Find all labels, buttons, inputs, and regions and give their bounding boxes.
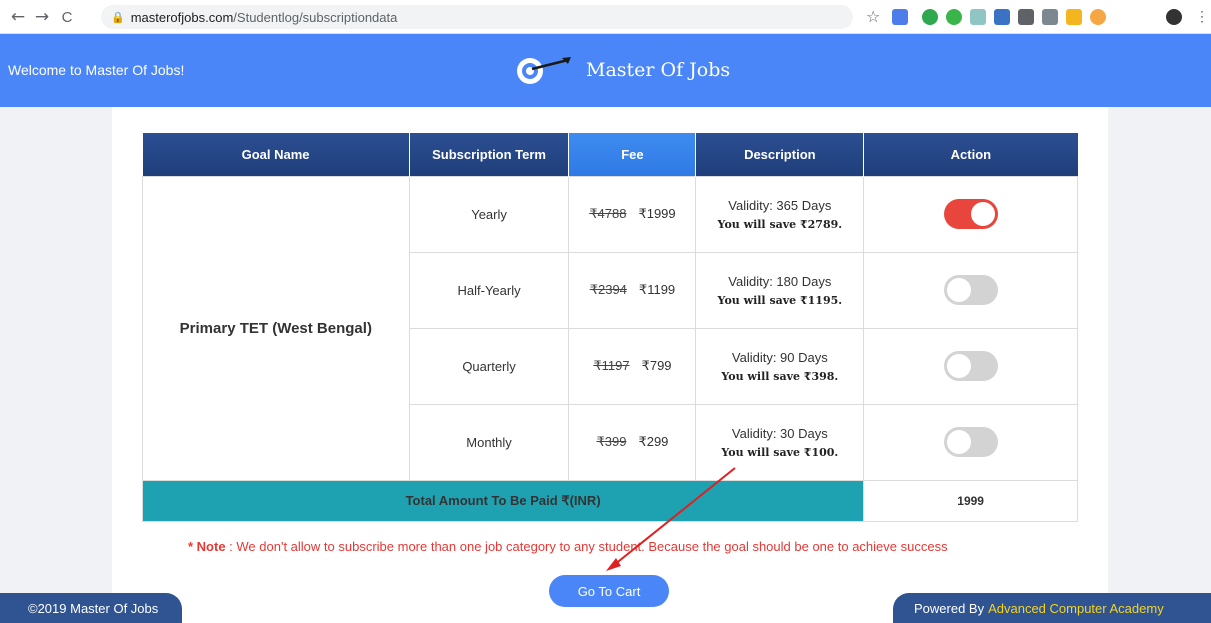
reload-icon[interactable]: C xyxy=(55,5,79,29)
old-fee: ₹1197 xyxy=(593,358,630,373)
target-logo-icon xyxy=(517,57,571,84)
go-to-cart-button[interactable]: Go To Cart xyxy=(549,575,669,607)
lock-icon: 🔒 xyxy=(111,10,125,24)
goal-name: Primary TET (West Bengal) xyxy=(142,175,410,481)
menu-dots-icon[interactable]: ⋮ xyxy=(1195,8,1209,25)
old-fee: ₹399 xyxy=(596,434,627,449)
new-fee: ₹299 xyxy=(638,434,669,449)
header-fee: Fee xyxy=(568,133,697,176)
old-fee: ₹2394 xyxy=(589,282,627,297)
validity: Validity: 90 Days xyxy=(731,349,828,365)
term: Monthly xyxy=(408,403,570,481)
subscription-table: Goal Name Subscription Term Fee Descript… xyxy=(141,133,1078,522)
browser-toolbar: ← → C 🔒 masterofjobs.com/Studentlog/subs… xyxy=(0,0,1211,34)
description: Validity: 365 Days You will save ₹2789. xyxy=(695,175,865,253)
header-description: Description xyxy=(695,133,865,176)
action-cell xyxy=(863,327,1078,405)
header-subscription-term: Subscription Term xyxy=(409,133,570,176)
subscription-toggle-yearly[interactable] xyxy=(943,199,998,229)
description: Validity: 180 Days You will save ₹1195. xyxy=(695,251,865,329)
cookie-extension-icon[interactable] xyxy=(1090,9,1106,25)
address-bar[interactable]: 🔒 masterofjobs.com/Studentlog/subscripti… xyxy=(101,5,853,29)
brand[interactable]: Master Of Jobs xyxy=(516,54,730,86)
grammar-extension-icon[interactable] xyxy=(922,9,938,25)
screenshot-extension-icon[interactable] xyxy=(1042,9,1058,25)
validity: Validity: 30 Days xyxy=(731,425,828,441)
badge-extension-icon[interactable] xyxy=(1066,9,1082,25)
subscription-toggle-half-yearly[interactable] xyxy=(943,275,998,305)
subscription-toggle-quarterly[interactable] xyxy=(943,351,998,381)
savings: You will save ₹1195. xyxy=(717,293,843,307)
brand-title: Master Of Jobs xyxy=(586,59,731,81)
savings: You will save ₹100. xyxy=(721,445,839,459)
fee-cell: ₹399 ₹299 xyxy=(568,403,697,481)
validity: Validity: 365 Days xyxy=(728,197,832,213)
footer-powered-by: Powered By Advanced Computer Academy xyxy=(893,593,1211,623)
old-fee: ₹4788 xyxy=(589,206,627,221)
green-extension-icon[interactable] xyxy=(946,9,962,25)
new-fee: ₹1199 xyxy=(638,282,676,297)
footer-copyright: ©2019 Master Of Jobs xyxy=(0,593,182,623)
table-header-row: Goal Name Subscription Term Fee Descript… xyxy=(142,133,1078,176)
new-fee: ₹1999 xyxy=(638,206,676,221)
welcome-text: Welcome to Master Of Jobs! xyxy=(8,62,185,78)
subscription-toggle-monthly[interactable] xyxy=(943,427,998,457)
validity: Validity: 180 Days xyxy=(728,273,832,289)
profile-avatar[interactable] xyxy=(1166,9,1182,25)
action-cell xyxy=(863,175,1078,253)
description: Validity: 90 Days You will save ₹398. xyxy=(695,327,865,405)
fee-cell: ₹4788 ₹1999 xyxy=(568,175,697,253)
header-action: Action xyxy=(863,133,1078,176)
savings: You will save ₹2789. xyxy=(717,217,843,231)
description: Validity: 30 Days You will save ₹100. xyxy=(695,403,865,481)
action-cell xyxy=(863,403,1078,481)
new-fee: ₹799 xyxy=(641,358,672,373)
note-body: : We don't allow to subscribe more than … xyxy=(225,539,948,554)
savings: You will save ₹398. xyxy=(721,369,839,383)
camera-extension-icon[interactable] xyxy=(1018,9,1034,25)
fee-cell: ₹1197 ₹799 xyxy=(568,327,697,405)
powered-by-label: Powered By xyxy=(914,600,985,616)
translate-extension-icon[interactable] xyxy=(892,9,908,25)
total-label: Total Amount To Be Paid ₹(INR) xyxy=(141,479,865,522)
back-icon[interactable]: ← xyxy=(6,5,30,29)
forward-icon[interactable]: → xyxy=(30,5,54,29)
action-cell xyxy=(863,251,1078,329)
table-row: Primary TET (West Bengal) Yearly ₹4788 ₹1… xyxy=(142,175,1078,481)
note-extension-icon[interactable] xyxy=(970,9,986,25)
note-prefix: * Note xyxy=(188,539,226,554)
bookmark-star-icon[interactable]: ☆ xyxy=(866,7,880,26)
header-goal-name: Goal Name xyxy=(142,133,410,176)
total-row: Total Amount To Be Paid ₹(INR) 1999 xyxy=(141,479,1078,522)
url-path: /Studentlog/subscriptiondata xyxy=(233,9,398,25)
photo-extension-icon[interactable] xyxy=(994,9,1010,25)
academy-link[interactable]: Advanced Computer Academy xyxy=(988,601,1164,616)
fee-cell: ₹2394 ₹1199 xyxy=(568,251,697,329)
term: Half-Yearly xyxy=(408,251,570,329)
url-domain: masterofjobs.com xyxy=(130,9,234,25)
term: Yearly xyxy=(408,175,570,253)
total-value: 1999 xyxy=(863,479,1078,522)
note-text: * Note : We don't allow to subscribe mor… xyxy=(188,539,948,554)
site-header: Welcome to Master Of Jobs! Master Of Job… xyxy=(0,34,1211,107)
term: Quarterly xyxy=(408,327,570,405)
